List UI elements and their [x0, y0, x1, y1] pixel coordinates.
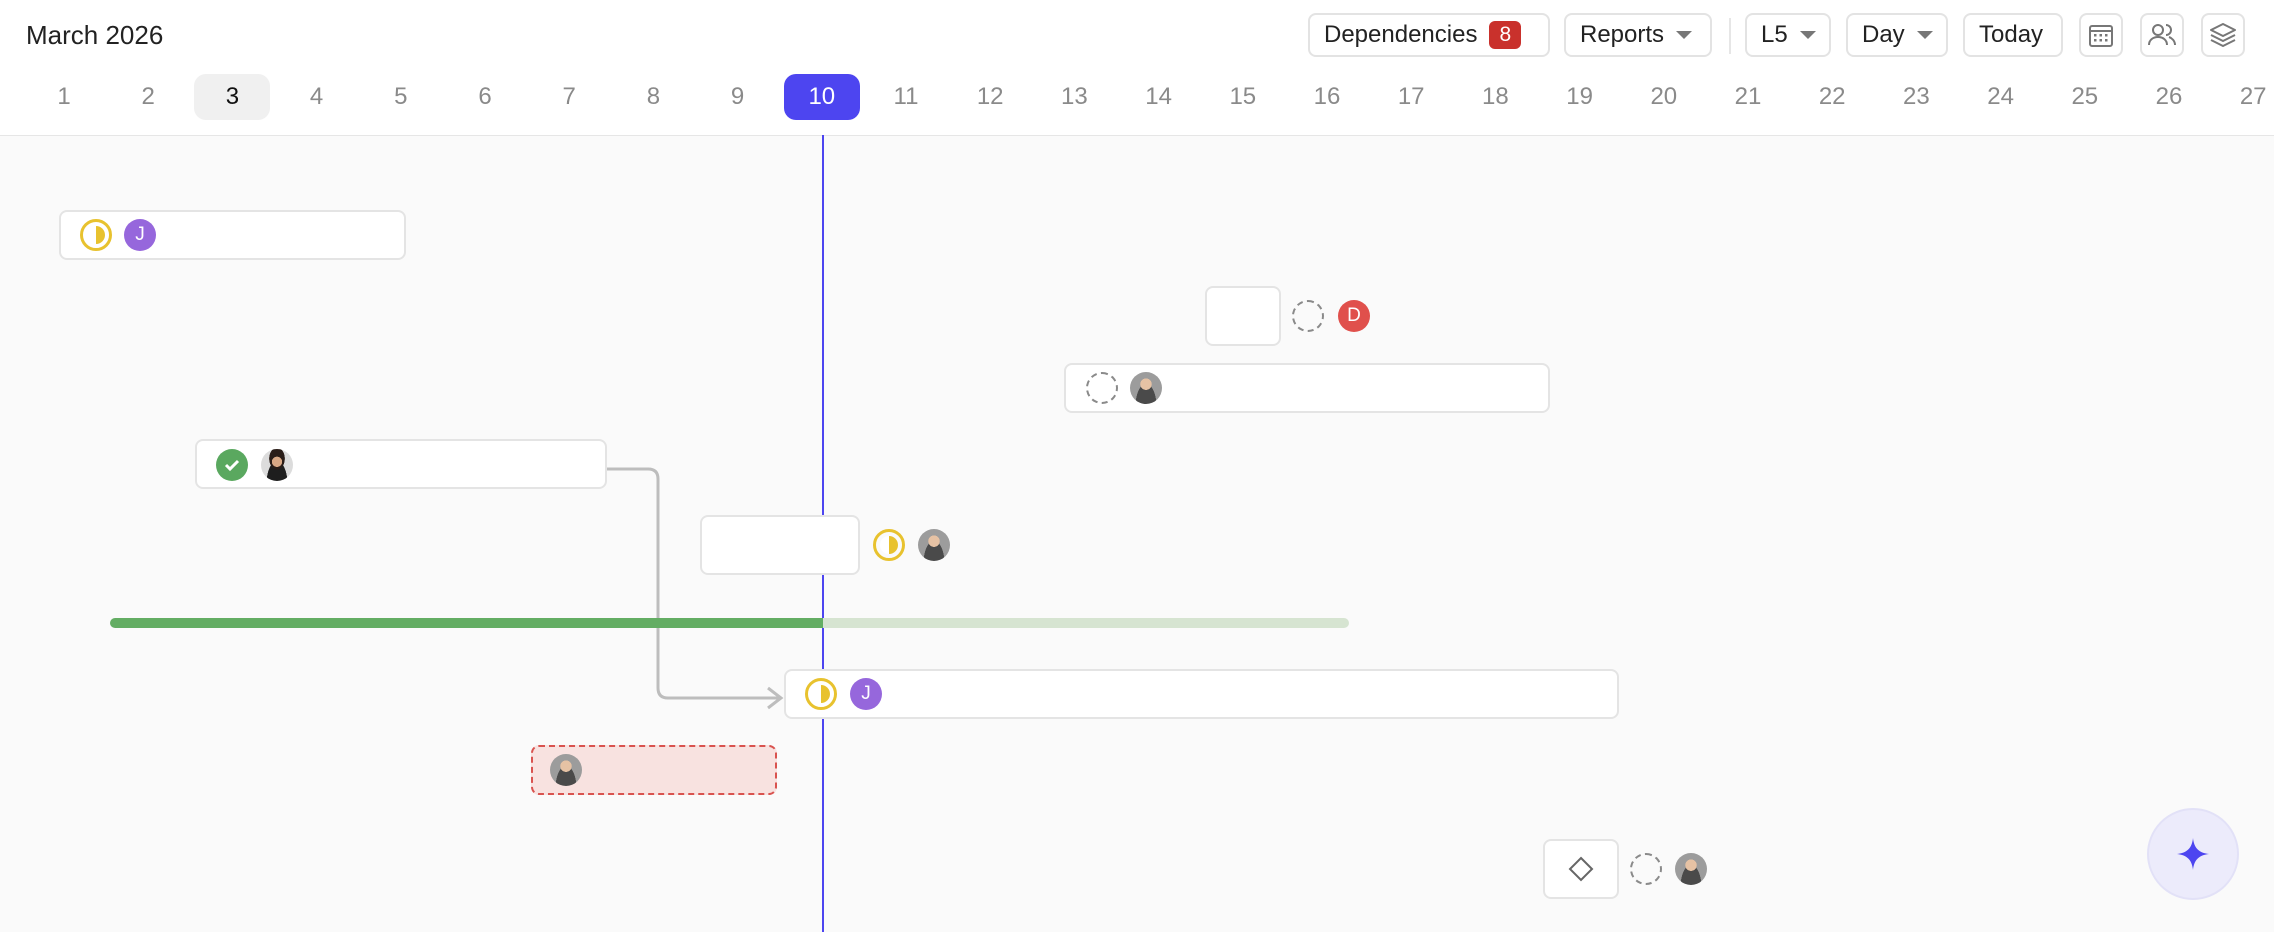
avatar[interactable]: D [1338, 300, 1370, 332]
task-bar[interactable]: J [784, 669, 1619, 719]
avatar[interactable] [1675, 853, 1707, 885]
todo-status-icon[interactable] [1086, 372, 1118, 404]
ai-assistant-button[interactable] [2147, 808, 2239, 900]
task-bar[interactable]: J [59, 210, 406, 260]
task-bar[interactable] [1064, 363, 1550, 413]
task-box[interactable] [1205, 286, 1281, 346]
todo-status-icon[interactable] [1630, 853, 1662, 885]
task-box[interactable] [700, 515, 860, 575]
in-progress-status-icon[interactable] [805, 678, 837, 710]
done-status-icon[interactable] [216, 449, 248, 481]
avatar[interactable] [550, 754, 582, 786]
overdue-task-bar[interactable] [531, 745, 777, 795]
check-icon [224, 459, 240, 472]
avatar[interactable] [261, 449, 293, 481]
progress-bar-completed [110, 618, 823, 628]
task-bar[interactable] [195, 439, 607, 489]
avatar[interactable] [1130, 372, 1162, 404]
todo-status-icon[interactable] [1292, 300, 1324, 332]
avatar[interactable]: J [124, 219, 156, 251]
avatar[interactable] [918, 529, 950, 561]
milestone-box[interactable] [1543, 839, 1619, 899]
progress-bar-remaining [823, 618, 1349, 628]
sparkle-icon [2177, 838, 2209, 870]
in-progress-status-icon[interactable] [80, 219, 112, 251]
in-progress-status-icon[interactable] [873, 529, 905, 561]
avatar[interactable]: J [850, 678, 882, 710]
diamond-icon [1568, 856, 1594, 882]
